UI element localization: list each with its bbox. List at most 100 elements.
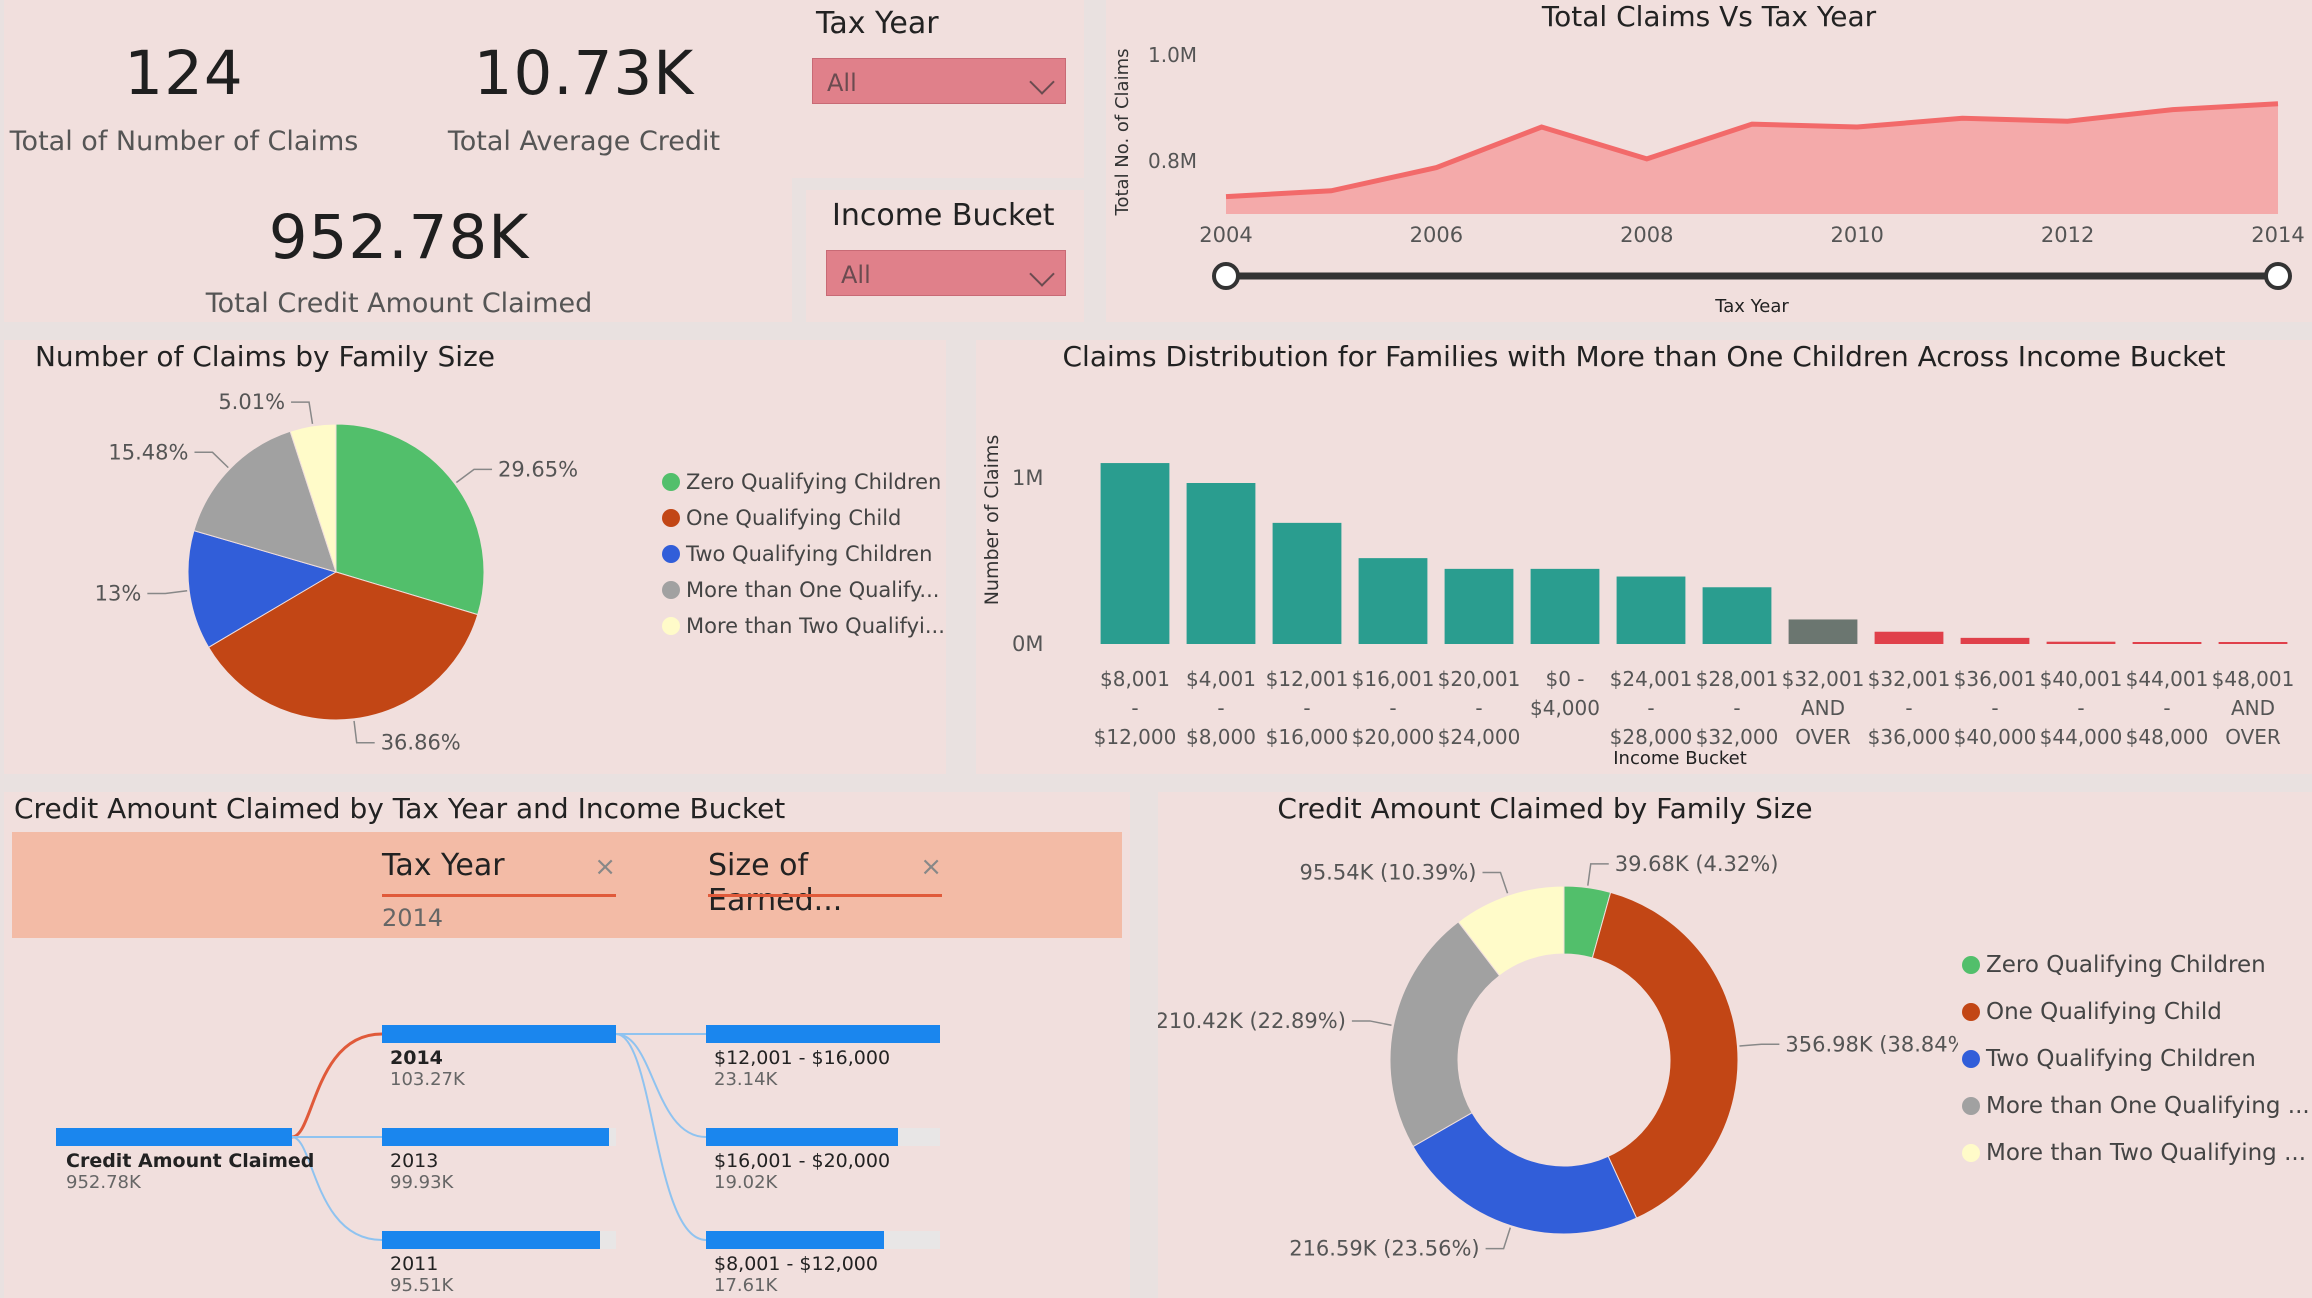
data-label: 13% bbox=[95, 581, 142, 605]
x-tick-label: $36,001 bbox=[1954, 667, 2037, 691]
bar[interactable] bbox=[1358, 558, 1428, 644]
x-tick-label: $24,000 bbox=[1438, 725, 1521, 749]
x-tick-label: - bbox=[1991, 696, 1998, 720]
legend-label: More than One Qualifying ... bbox=[1986, 1093, 2310, 1119]
x-tick-label: $44,000 bbox=[2040, 725, 2123, 749]
legend-label: Two Qualifying Children bbox=[1986, 1046, 2256, 1072]
bar[interactable] bbox=[1788, 619, 1858, 644]
x-tick-label: $48,000 bbox=[2126, 725, 2209, 749]
income-node-value: 19.02K bbox=[714, 1172, 778, 1193]
bar[interactable] bbox=[2218, 642, 2288, 644]
x-tick-label: - bbox=[1733, 696, 1740, 720]
x-tick-label: $32,001 bbox=[1782, 667, 1865, 691]
legend-item[interactable]: Two Qualifying Children bbox=[1962, 1046, 2310, 1072]
callout-leader bbox=[1482, 871, 1509, 894]
y-tick-label: 1M bbox=[1012, 466, 1043, 490]
legend-item[interactable]: One Qualifying Child bbox=[1962, 999, 2310, 1025]
x-tick-label: $20,000 bbox=[1352, 725, 1435, 749]
x-tick-label: OVER bbox=[1795, 725, 1851, 749]
y-tick-label: 1.0M bbox=[1148, 43, 1197, 67]
x-axis-title: Income Bucket bbox=[1613, 748, 1747, 769]
x-tick-label: $44,001 bbox=[2126, 667, 2209, 691]
legend-swatch bbox=[662, 473, 680, 491]
bar[interactable] bbox=[1702, 587, 1772, 644]
x-tick-label: 2004 bbox=[1199, 223, 1252, 247]
x-tick-label: 2012 bbox=[2041, 223, 2094, 247]
income-bucket-selected: All bbox=[841, 261, 871, 289]
x-tick-label: - bbox=[1475, 696, 1482, 720]
tax-year-dropdown[interactable]: All bbox=[812, 58, 1066, 104]
slider-handle-start[interactable] bbox=[1212, 262, 1240, 290]
legend-item[interactable]: Two Qualifying Children bbox=[662, 542, 945, 566]
legend-swatch bbox=[662, 617, 680, 635]
x-tick-label: $48,001 bbox=[2212, 667, 2295, 691]
x-tick-label: $28,000 bbox=[1610, 725, 1693, 749]
legend-swatch bbox=[1962, 1050, 1980, 1068]
x-tick-label: $28,001 bbox=[1696, 667, 1779, 691]
x-tick-label: - bbox=[1303, 696, 1310, 720]
x-axis-title: Tax Year bbox=[1714, 296, 1789, 317]
bar-fill bbox=[706, 1128, 898, 1146]
year-node-label: 2011 bbox=[390, 1253, 439, 1275]
bar[interactable] bbox=[1272, 522, 1342, 644]
bar[interactable] bbox=[1874, 631, 1944, 644]
legend-item[interactable]: More than Two Qualifyi... bbox=[662, 614, 945, 638]
callout-leader bbox=[1739, 1043, 1780, 1047]
legend-item[interactable]: One Qualifying Child bbox=[662, 506, 945, 530]
donut-slice[interactable] bbox=[1389, 921, 1501, 1148]
income-node-label: $12,001 - $16,000 bbox=[714, 1047, 891, 1069]
bar[interactable] bbox=[2132, 642, 2202, 644]
data-label: 95.54K (10.39%) bbox=[1299, 860, 1476, 884]
x-tick-label: $0 - bbox=[1545, 667, 1584, 691]
callout-leader bbox=[353, 720, 375, 744]
x-tick-label: $12,001 bbox=[1266, 667, 1349, 691]
legend-item[interactable]: Zero Qualifying Children bbox=[662, 470, 945, 494]
claims-vs-tax-year-chart: Total No. of Claims 1.0M 0.8M 2004 2006 20… bbox=[1112, 43, 2305, 317]
bar[interactable] bbox=[1960, 637, 2030, 644]
year-node-bar[interactable] bbox=[382, 1025, 616, 1043]
legend-item[interactable]: More than One Qualifying ... bbox=[1962, 1093, 2310, 1119]
callout-leader bbox=[147, 589, 188, 595]
pie-legend: Zero Qualifying Children One Qualifying C… bbox=[662, 470, 945, 650]
income-node-bar[interactable] bbox=[706, 1128, 940, 1146]
data-label: 216.59K (23.56%) bbox=[1289, 1237, 1479, 1261]
legend-label: More than One Qualify... bbox=[686, 578, 940, 602]
income-bucket-dropdown[interactable]: All bbox=[826, 250, 1066, 296]
bar[interactable] bbox=[1100, 463, 1170, 644]
legend-label: More than Two Qualifyi... bbox=[686, 614, 945, 638]
claims-by-family-size-chart: 29.65% 36.86% 13% 15.48% 5.01% bbox=[95, 390, 578, 755]
claims-distribution-panel: Claims Distribution for Families with Mo… bbox=[976, 340, 2312, 774]
callout-leader bbox=[1587, 863, 1609, 886]
root-node-bar[interactable] bbox=[56, 1128, 292, 1146]
slider-handle-end[interactable] bbox=[2264, 262, 2292, 290]
x-tick-label: $36,000 bbox=[1868, 725, 1951, 749]
root-node-label: Credit Amount Claimed bbox=[66, 1150, 315, 1172]
total-average-credit-label: Total Average Credit bbox=[447, 126, 721, 157]
year-node-value: 99.93K bbox=[390, 1172, 454, 1193]
root-node-value: 952.78K bbox=[66, 1172, 141, 1193]
year-node-bar[interactable] bbox=[382, 1128, 616, 1146]
income-node-bar[interactable] bbox=[706, 1231, 940, 1249]
chevron-down-icon bbox=[1029, 261, 1055, 287]
donut-slice[interactable] bbox=[1412, 1112, 1638, 1235]
legend-swatch bbox=[1962, 956, 1980, 974]
legend-item[interactable]: More than One Qualify... bbox=[662, 578, 945, 602]
kpi-panel: 124 Total of Number of Claims 10.73K Tot… bbox=[4, 0, 792, 322]
total-claims-value: 124 bbox=[124, 38, 244, 109]
income-node-bar[interactable] bbox=[706, 1025, 940, 1043]
bar[interactable] bbox=[1444, 568, 1514, 644]
data-label: 29.65% bbox=[498, 457, 578, 481]
data-label: 356.98K (38.84%) bbox=[1785, 1032, 1958, 1056]
data-label: 36.86% bbox=[381, 731, 461, 755]
legend-item[interactable]: More than Two Qualifying ... bbox=[1962, 1140, 2310, 1166]
legend-item[interactable]: Zero Qualifying Children bbox=[1962, 952, 2310, 978]
bar-fill bbox=[382, 1128, 609, 1146]
bar[interactable] bbox=[1530, 568, 1600, 644]
year-node-bar[interactable] bbox=[382, 1231, 616, 1249]
callout-leader bbox=[1351, 1020, 1392, 1027]
bar[interactable] bbox=[2046, 641, 2116, 644]
bar[interactable] bbox=[1616, 576, 1686, 644]
decomposition-connectors bbox=[291, 1032, 707, 1241]
income-node-value: 23.14K bbox=[714, 1069, 778, 1090]
bar[interactable] bbox=[1186, 483, 1256, 644]
